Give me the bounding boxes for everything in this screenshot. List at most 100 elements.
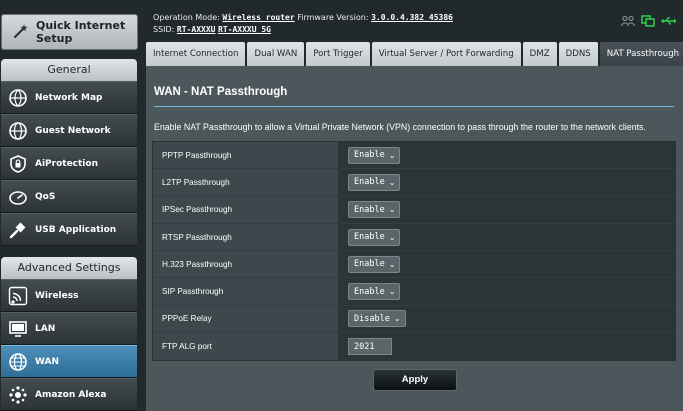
- sidebar-item-label: LAN: [35, 323, 56, 334]
- settings-table: PPTP Passthrough Enable ⌄ L2TP Passthroug…: [152, 141, 676, 362]
- select-value: Enable: [354, 259, 385, 270]
- table-row: L2TP Passthrough Enable ⌄: [153, 169, 675, 197]
- row-label: SIP Passthrough: [153, 278, 338, 305]
- row-value-cell: Enable ⌄: [338, 196, 675, 223]
- status-icons: [621, 14, 677, 32]
- wan-tabs: Internet Connection Dual WAN Port Trigge…: [146, 42, 683, 66]
- sidebar-item-usb-application[interactable]: USB Application: [1, 213, 137, 246]
- row-label: H.323 Passthrough: [153, 251, 338, 278]
- table-row: H.323 Passthrough Enable ⌄: [153, 251, 675, 279]
- sidebar-item-guest-network[interactable]: Guest Network: [1, 114, 137, 147]
- chevron-down-icon: ⌄: [388, 205, 396, 215]
- row-value-cell: Enable ⌄: [338, 278, 675, 305]
- sidebar-item-label: QoS: [35, 191, 56, 202]
- chevron-down-icon: ⌄: [388, 177, 396, 187]
- ssid-5g-link[interactable]: RT-AXXXU_5G: [218, 25, 271, 34]
- operation-mode-line: Operation Mode: Wireless router Firmware…: [153, 13, 453, 22]
- sidebar-item-amazon-alexa[interactable]: Amazon Alexa: [1, 378, 137, 411]
- general-heading: General: [1, 59, 137, 81]
- firmware-version-link[interactable]: 3.0.0.4.382_45386: [371, 13, 453, 22]
- sidebar-item-network-map[interactable]: Network Map: [1, 81, 137, 114]
- sidebar-item-lan[interactable]: LAN: [1, 312, 137, 345]
- apply-button[interactable]: Apply: [373, 369, 457, 391]
- tab-port-trigger[interactable]: Port Trigger: [306, 42, 370, 66]
- sidebar-item-label: WAN: [35, 356, 60, 367]
- lock-icon: [7, 153, 29, 175]
- network-map-icon: [7, 87, 29, 109]
- row-value-cell: Enable ⌄: [338, 169, 675, 196]
- rtsp-passthrough-select[interactable]: Enable ⌄: [348, 228, 401, 246]
- pppoe-relay-select[interactable]: Disable ⌄: [348, 310, 406, 328]
- tab-internet-connection[interactable]: Internet Connection: [146, 42, 246, 66]
- wizard-icon: [12, 22, 36, 43]
- sip-passthrough-select[interactable]: Enable ⌄: [348, 283, 401, 301]
- select-value: Enable: [354, 204, 385, 215]
- top-header: Operation Mode: Wireless router Firmware…: [139, 0, 683, 40]
- sidebar-item-wan[interactable]: WAN: [1, 345, 137, 378]
- table-row: PPTP Passthrough Enable ⌄: [153, 142, 675, 170]
- select-value: Enable: [354, 232, 385, 243]
- tab-nat-passthrough[interactable]: NAT Passthrough: [599, 42, 683, 66]
- pptp-passthrough-select[interactable]: Enable ⌄: [348, 146, 401, 164]
- quick-internet-setup-button[interactable]: Quick Internet Setup: [1, 14, 138, 50]
- page-description: Enable NAT Passthrough to allow a Virtua…: [154, 122, 646, 132]
- tab-virtual-server[interactable]: Virtual Server / Port Forwarding: [371, 42, 521, 66]
- clients-icon[interactable]: [621, 14, 635, 32]
- sidebar-item-aiprotection[interactable]: AiProtection: [1, 147, 137, 180]
- ssid-2g-link[interactable]: RT-AXXXU: [177, 25, 216, 34]
- select-value: Enable: [354, 150, 385, 161]
- ftp-alg-port-input[interactable]: 2021: [348, 338, 392, 356]
- chevron-down-icon: ⌄: [388, 287, 396, 297]
- ssid-label: SSID:: [153, 25, 175, 34]
- chevron-down-icon: ⌄: [388, 232, 396, 242]
- tab-ddns[interactable]: DDNS: [558, 42, 598, 66]
- alexa-icon: [7, 384, 29, 406]
- l2tp-passthrough-select[interactable]: Enable ⌄: [348, 173, 401, 191]
- sidebar-item-label: Guest Network: [35, 125, 111, 136]
- page-title: WAN - NAT Passthrough: [154, 86, 288, 98]
- tab-dual-wan[interactable]: Dual WAN: [247, 42, 305, 66]
- row-label: L2TP Passthrough: [153, 169, 338, 196]
- globe-icon: [7, 351, 29, 373]
- firmware-label: Firmware Version:: [297, 13, 369, 22]
- h323-passthrough-select[interactable]: Enable ⌄: [348, 255, 401, 273]
- monitor-icon: [7, 318, 29, 340]
- row-value-cell: Disable ⌄: [338, 305, 675, 333]
- sidebar-item-qos[interactable]: QoS: [1, 180, 137, 213]
- row-value-cell: Enable ⌄: [338, 223, 675, 251]
- usb-status-icon[interactable]: [661, 14, 677, 32]
- select-value: Enable: [354, 177, 385, 188]
- wifi-icon: [7, 285, 29, 307]
- sidebar: Quick Internet Setup General Network Map…: [0, 0, 139, 411]
- chevron-down-icon: ⌄: [388, 259, 396, 269]
- table-row: IPSec Passthrough Enable ⌄: [153, 196, 675, 224]
- select-value: Disable: [354, 313, 390, 324]
- row-value-cell: Enable ⌄: [338, 251, 675, 278]
- internet-status-icon[interactable]: [641, 14, 655, 32]
- table-row: PPPoE Relay Disable ⌄: [153, 305, 675, 334]
- sidebar-item-label: Wireless: [35, 290, 79, 301]
- row-label: PPPoE Relay: [153, 305, 338, 333]
- advanced-settings-heading: Advanced Settings: [1, 257, 137, 279]
- main-panel: WAN - NAT Passthrough Enable NAT Passthr…: [146, 66, 683, 411]
- table-row: SIP Passthrough Enable ⌄: [153, 278, 675, 306]
- sidebar-item-label: Amazon Alexa: [35, 389, 107, 400]
- sidebar-item-wireless[interactable]: Wireless: [1, 279, 137, 312]
- operation-mode-link[interactable]: Wireless router: [222, 13, 294, 22]
- chevron-down-icon: ⌄: [393, 314, 401, 324]
- speedometer-icon: [7, 186, 29, 208]
- usb-icon: [7, 219, 29, 241]
- row-label: PPTP Passthrough: [153, 142, 338, 169]
- select-value: Enable: [354, 286, 385, 297]
- row-label: RTSP Passthrough: [153, 223, 338, 251]
- row-value-cell: Enable ⌄: [338, 142, 675, 169]
- title-divider: [154, 106, 674, 107]
- tab-dmz[interactable]: DMZ: [522, 42, 557, 66]
- ipsec-passthrough-select[interactable]: Enable ⌄: [348, 201, 401, 219]
- sidebar-item-label: AiProtection: [35, 158, 98, 169]
- ssid-line: SSID: RT-AXXXU RT-AXXXU_5G: [153, 25, 271, 34]
- row-label: FTP ALG port: [153, 333, 338, 361]
- table-row: FTP ALG port 2021: [153, 333, 675, 361]
- globe-icon: [7, 120, 29, 142]
- row-label: IPSec Passthrough: [153, 196, 338, 223]
